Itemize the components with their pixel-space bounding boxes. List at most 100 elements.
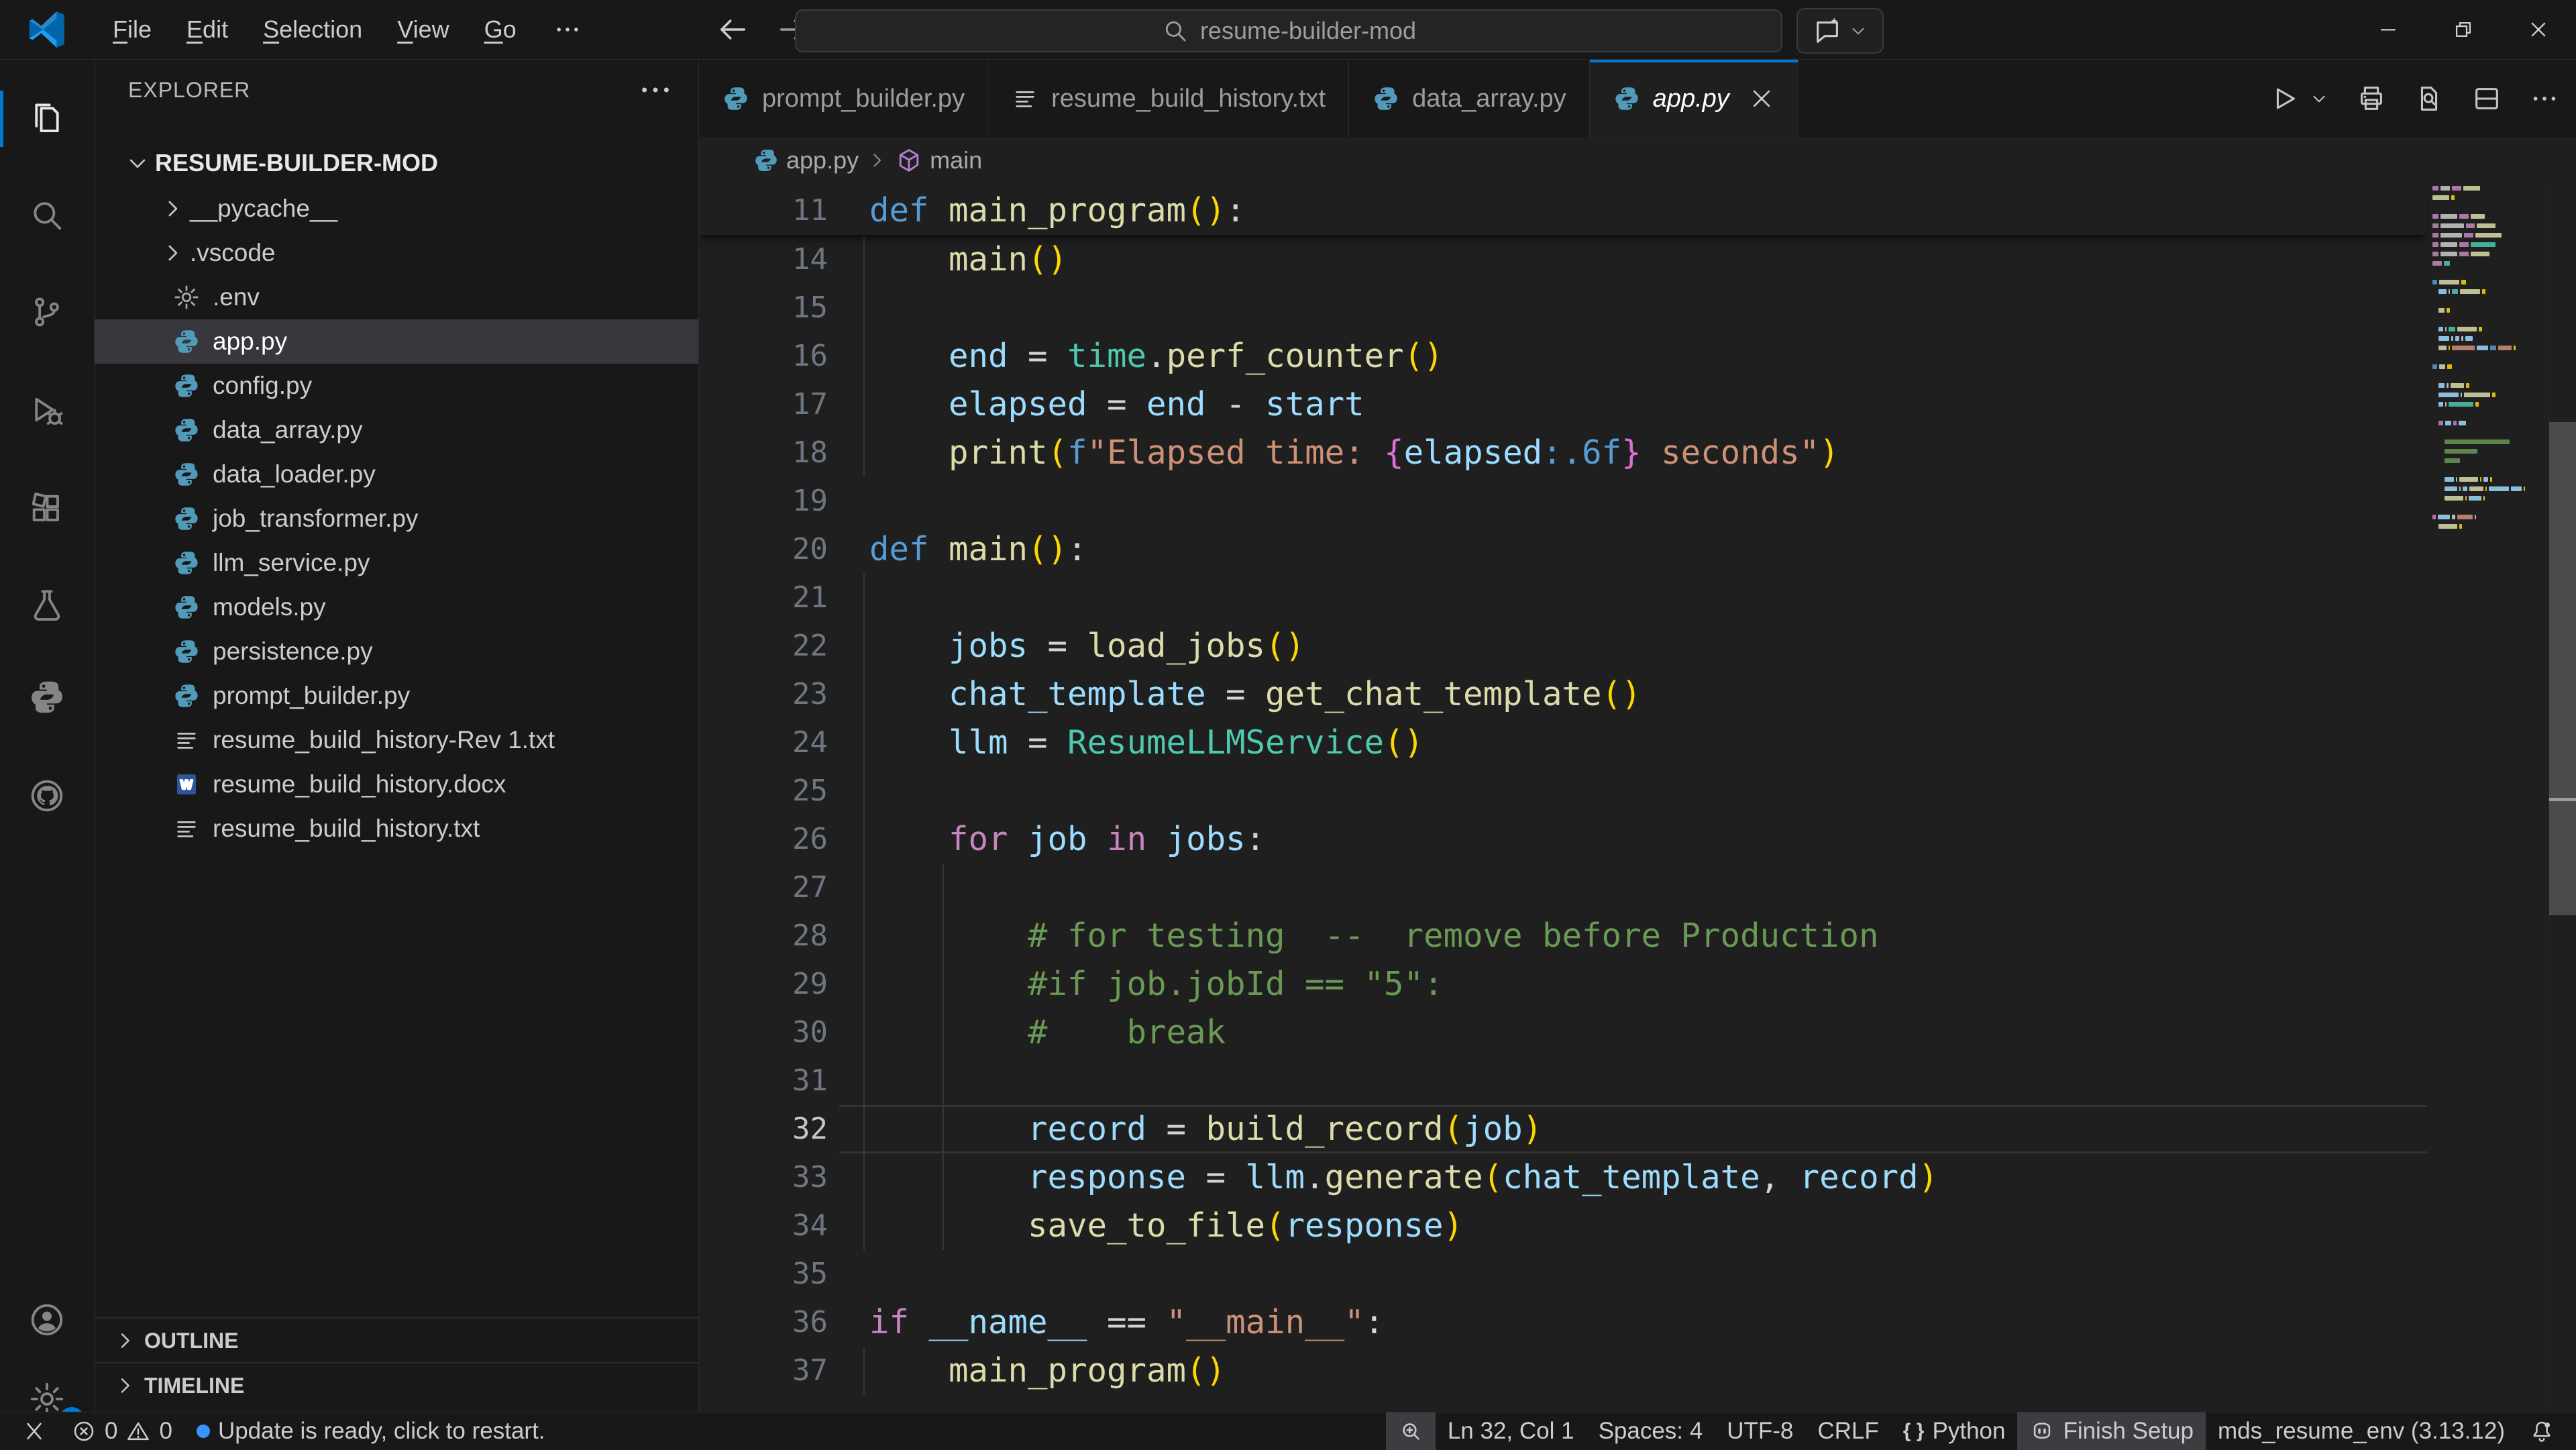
tree-item-models-py[interactable]: models.py [95, 585, 699, 629]
tab-prompt-builder-py[interactable]: prompt_builder.py [699, 60, 988, 138]
status-bar: 00 Update is ready, click to restart. Ln … [0, 1412, 2576, 1450]
run-python-icon[interactable] [2269, 83, 2300, 114]
status-zoom-indicator[interactable] [1386, 1412, 1436, 1450]
indent-guide [863, 912, 865, 960]
status-encoding[interactable]: UTF-8 [1715, 1412, 1805, 1450]
scrollbar-thumb[interactable] [2549, 422, 2576, 915]
activity-github[interactable] [0, 758, 94, 833]
search-editor-icon[interactable] [2414, 83, 2445, 114]
code-editor[interactable]: 14 main()1516 end = time.perf_counter()1… [699, 182, 2576, 1412]
tree-item-resume-build-history-docx[interactable]: Wresume_build_history.docx [95, 762, 699, 807]
tree-item-resume-build-history-txt[interactable]: resume_build_history.txt [95, 807, 699, 851]
tree-item--env[interactable]: .env [95, 275, 699, 319]
activity-extensions[interactable] [0, 471, 94, 546]
scrollbar-cursor-marker [2549, 798, 2576, 801]
tree-item-resume-build-history-rev-1-txt[interactable]: resume_build_history-Rev 1.txt [95, 718, 699, 762]
tree-item-data-loader-py[interactable]: data_loader.py [95, 452, 699, 497]
minimap-line [2432, 233, 2502, 238]
tree-item-job-transformer-py[interactable]: job_transformer.py [95, 497, 699, 541]
tree-item-persistence-py[interactable]: persistence.py [95, 629, 699, 674]
activity-source-control[interactable] [0, 274, 94, 350]
status-copilot-setup[interactable]: Finish Setup [2017, 1412, 2206, 1450]
indent-guide [863, 284, 865, 332]
code-line-16: 16 end = time.perf_counter() [699, 332, 2427, 380]
minimap[interactable] [2427, 182, 2548, 1412]
status-indentation[interactable]: Spaces: 4 [1587, 1412, 1715, 1450]
command-center-text: resume-builder-mod [1200, 17, 1416, 45]
breadcrumb-file[interactable]: app.py [786, 146, 859, 174]
tab-label: app.py [1653, 85, 1729, 113]
python-file-icon [753, 147, 780, 174]
minimap-line [2438, 327, 2482, 331]
tree-item--vscode[interactable]: .vscode [95, 231, 699, 275]
tab-app-py[interactable]: app.py [1590, 60, 1799, 138]
line-number: 20 [699, 525, 828, 574]
indent-guide [863, 1105, 865, 1153]
more-actions-icon[interactable] [2529, 83, 2560, 114]
menu-file[interactable]: File [95, 9, 169, 50]
minimize-button[interactable] [2351, 0, 2426, 59]
status-text: mds_resume_env (3.13.12) [2218, 1418, 2505, 1445]
menu-edit[interactable]: Edit [169, 9, 246, 50]
restore-button[interactable] [2426, 0, 2501, 59]
activity-search[interactable] [0, 178, 94, 253]
line-number: 36 [699, 1298, 828, 1347]
menu-selection[interactable]: Selection [246, 9, 380, 50]
copilot-chat-button[interactable] [1796, 8, 1884, 54]
explorer-more-actions-icon[interactable] [637, 71, 674, 109]
minimap-line [2445, 486, 2525, 491]
status-python-interpreter[interactable]: mds_resume_env (3.13.12) [2206, 1412, 2517, 1450]
line-number: 16 [699, 332, 828, 380]
back-arrow-icon[interactable] [715, 12, 750, 47]
activity-testing[interactable] [0, 568, 94, 643]
breadcrumb-symbol[interactable]: main [930, 146, 982, 174]
chevron-down-icon [124, 150, 151, 176]
status-update-message[interactable]: Update is ready, click to restart. [184, 1412, 557, 1450]
tree-item-llm-service-py[interactable]: llm_service.py [95, 541, 699, 585]
tree-item-app-py[interactable]: app.py [95, 319, 699, 364]
code-line-21: 21 [699, 574, 2427, 622]
menu-view[interactable]: View [380, 9, 466, 50]
status-problems[interactable]: 00 [59, 1412, 184, 1450]
sticky-scroll-line[interactable]: 11def main_program(): [699, 187, 2427, 235]
section-timeline[interactable]: TIMELINE [95, 1362, 698, 1408]
minimap-line [2432, 214, 2485, 219]
activity-run-and-debug[interactable] [0, 374, 94, 449]
docx-file-icon: W [172, 770, 201, 798]
code-line-25: 25 [699, 767, 2427, 815]
close-button[interactable] [2501, 0, 2576, 59]
section-outline[interactable]: OUTLINE [95, 1317, 698, 1363]
activity-explorer[interactable] [0, 81, 94, 156]
indent-guide [863, 719, 865, 767]
tree-item-config-py[interactable]: config.py [95, 364, 699, 408]
menu-go[interactable]: Go [467, 9, 534, 50]
tab-resume-build-history-txt[interactable]: resume_build_history.txt [988, 60, 1349, 138]
tree-item-label: llm_service.py [213, 549, 370, 577]
github-icon [28, 776, 66, 815]
status-cursor-position[interactable]: Ln 32, Col 1 [1436, 1412, 1587, 1450]
activity-python[interactable] [0, 660, 94, 735]
status-eol[interactable]: CRLF [1805, 1412, 1890, 1450]
status-notifications[interactable] [2517, 1412, 2567, 1450]
status-remote-indicator[interactable] [9, 1412, 59, 1450]
tree-item--pycache-[interactable]: __pycache__ [95, 187, 699, 231]
tab-data-array-py[interactable]: data_array.py [1349, 60, 1590, 138]
status-text: Ln 32, Col 1 [1448, 1418, 1574, 1445]
print-icon[interactable] [2356, 83, 2387, 114]
tab-close-icon[interactable] [1748, 85, 1775, 112]
tree-item-prompt-builder-py[interactable]: prompt_builder.py [95, 674, 699, 718]
activity-accounts[interactable] [0, 1282, 94, 1357]
tree-item-data-array-py[interactable]: data_array.py [95, 408, 699, 452]
code-line-22: 22 jobs = load_jobs() [699, 622, 2427, 670]
run-dropdown-icon[interactable] [2309, 89, 2329, 109]
command-center-search[interactable]: resume-builder-mod [795, 9, 1782, 52]
menu-more-icon[interactable] [534, 8, 601, 51]
status-language-mode[interactable]: { }Python [1891, 1412, 2018, 1450]
split-editor-icon[interactable] [2471, 83, 2502, 114]
minimap-line [2438, 336, 2473, 341]
line-number: 24 [699, 719, 828, 767]
status-text: Update is ready, click to restart. [218, 1418, 545, 1445]
tree-root-folder[interactable]: RESUME-BUILDER-MOD [95, 141, 699, 185]
editor-scrollbar[interactable] [2548, 182, 2576, 1412]
tree-item-label: __pycache__ [190, 195, 337, 223]
